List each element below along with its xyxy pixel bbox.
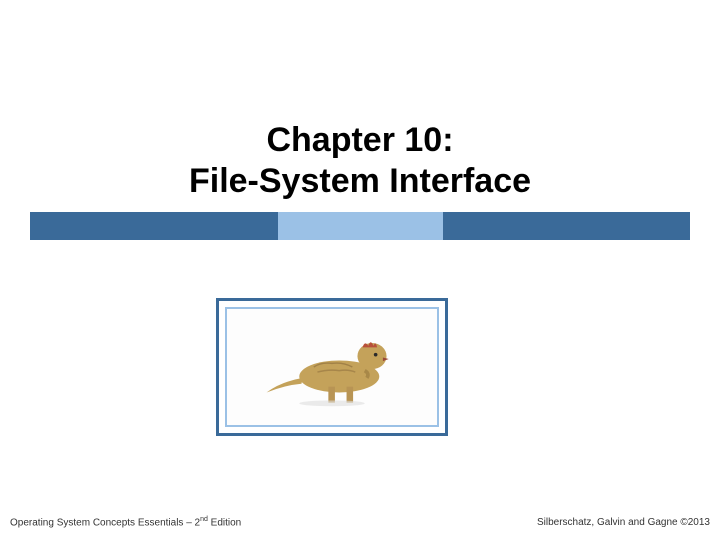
dinosaur-icon bbox=[257, 327, 407, 407]
footer-left: Operating System Concepts Essentials – 2… bbox=[10, 516, 241, 528]
decorative-bar bbox=[30, 212, 690, 240]
footer-right: Silberschatz, Galvin and Gagne ©2013 bbox=[537, 517, 710, 528]
bar-segment-dark-right bbox=[443, 212, 691, 240]
title-line-2: File-System Interface bbox=[0, 161, 720, 202]
footer-left-prefix: Operating System Concepts Essentials – 2 bbox=[10, 517, 200, 528]
bar-segment-light bbox=[278, 212, 443, 240]
image-inner-border bbox=[225, 307, 439, 427]
title-line-1: Chapter 10: bbox=[0, 120, 720, 161]
slide-title: Chapter 10: File-System Interface bbox=[0, 120, 720, 202]
image-frame bbox=[216, 298, 448, 436]
footer-left-sup: nd bbox=[200, 516, 208, 523]
bar-segment-dark-left bbox=[30, 212, 278, 240]
footer-left-suffix: Edition bbox=[208, 517, 241, 528]
